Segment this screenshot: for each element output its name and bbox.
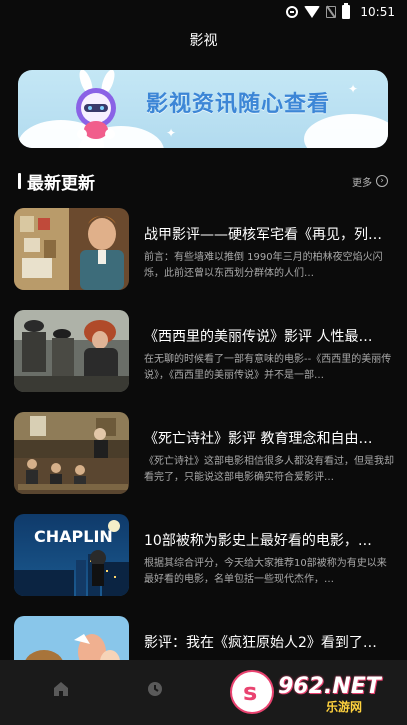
chevron-right-icon: › <box>376 175 388 187</box>
chaplin-label: CHAPLIN <box>34 527 113 546</box>
article-desc: 《死亡诗社》这部电影相信很多人都没有看过，但是我却看完了，只能说这部电影确实符合… <box>144 456 394 483</box>
article-desc: 前言：有些墙难以推倒 1990年三月的柏林夜空焰火闪烁，此前还曾以东西划分群体的… <box>144 252 383 279</box>
list-item[interactable]: 影评：我在《疯狂原始人2》看到了… <box>14 608 394 660</box>
clock-icon[interactable] <box>146 680 164 698</box>
section-title: 最新更新 <box>18 169 95 194</box>
home-icon[interactable] <box>52 680 70 698</box>
article-thumbnail <box>14 208 129 290</box>
more-label: 更多 <box>352 177 372 189</box>
article-list: 战甲影评——硬核军宅看《再见，列… 前言：有些墙难以推倒 1990年三月的柏林夜… <box>0 200 407 660</box>
list-item[interactable]: 战甲影评——硬核军宅看《再见，列… 前言：有些墙难以推倒 1990年三月的柏林夜… <box>14 200 394 290</box>
section-title-label: 最新更新 <box>27 173 95 194</box>
status-bar: 10:51 <box>0 0 407 24</box>
rabbit-mascot-icon <box>76 70 116 139</box>
alert-circle-icon <box>286 6 299 18</box>
list-item[interactable]: 《西西里的美丽传说》影评 人性最… 在无聊的时候看了一部有意味的电影--《西西里… <box>14 302 394 392</box>
watermark-subtitle: 乐游网 <box>326 700 363 714</box>
section-header: 最新更新 更多 › <box>18 169 388 194</box>
list-item[interactable]: CHAPLIN 10部被称为影史上最好看的电影，… 根据其综合评分，今天给大家推… <box>14 506 394 596</box>
site-watermark: s 962.NET 乐游网 <box>228 668 407 718</box>
more-link[interactable]: 更多 › <box>352 174 388 189</box>
article-thumbnail <box>14 310 129 392</box>
wifi-icon <box>304 6 321 18</box>
article-desc: 在无聊的时候看了一部有意味的电影--《西西里的美丽传说》，《西西里的美丽传说》并… <box>144 354 392 381</box>
article-thumbnail <box>14 616 129 660</box>
article-title: 影评：我在《疯狂原始人2》看到了… <box>144 635 377 651</box>
no-sim-icon <box>326 6 337 18</box>
status-time: 10:51 <box>360 5 395 19</box>
banner-text: 影视资讯随心查看 <box>146 92 331 117</box>
article-title: 《死亡诗社》影评 教育理念和自由… <box>144 431 373 447</box>
watermark-logo: s <box>232 672 272 712</box>
article-thumbnail <box>14 412 129 494</box>
article-title: 10部被称为影史上最好看的电影，… <box>144 533 372 549</box>
battery-icon <box>342 3 351 19</box>
page-title: 影视 <box>189 33 218 49</box>
article-title: 《西西里的美丽传说》影评 人性最… <box>144 329 373 345</box>
article-desc: 根据其综合评分，今天给大家推荐10部被称为有史以来最好看的电影，名单包括一些现代… <box>144 558 387 585</box>
list-item[interactable]: 《死亡诗社》影评 教育理念和自由… 《死亡诗社》这部电影相信很多人都没有看过，但… <box>14 404 394 494</box>
watermark-number: 962.NET <box>278 674 381 699</box>
article-thumbnail: CHAPLIN <box>14 514 129 596</box>
promo-banner[interactable]: ✦ ✦ 影视资讯随心查看 <box>18 70 388 148</box>
article-title: 战甲影评——硬核军宅看《再见，列… <box>144 227 382 243</box>
